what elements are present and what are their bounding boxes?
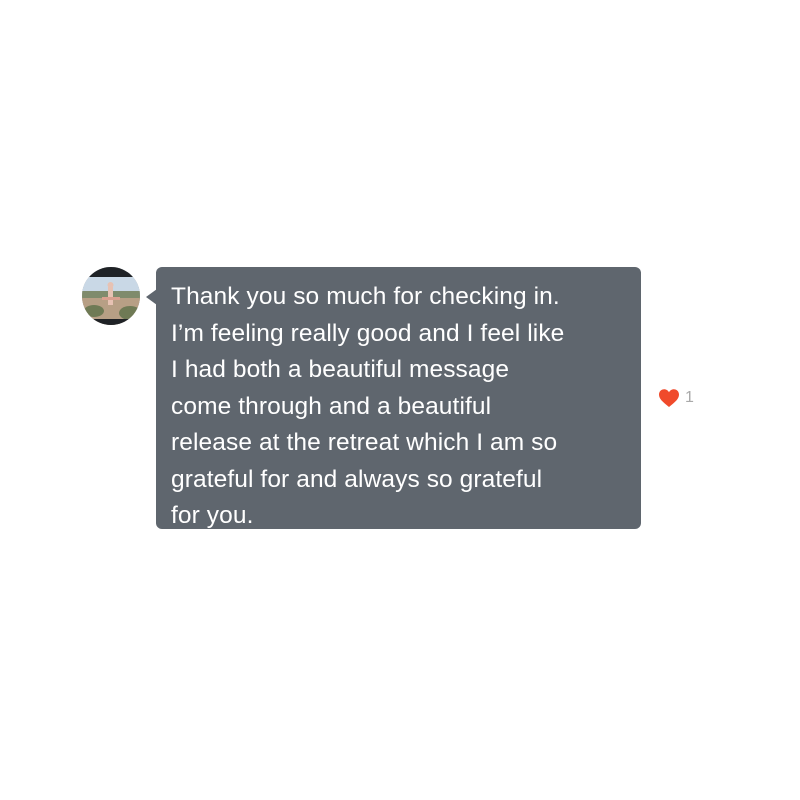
message-line: I’m feeling really good and I feel like (171, 319, 565, 347)
reaction-count: 1 (685, 389, 694, 406)
message-line: come through and a beautiful (171, 392, 492, 420)
message-line: I had both a beautiful message (171, 356, 510, 383)
message-line: Thank you so much for checking in. (171, 283, 560, 310)
message-bubble[interactable]: Thank you so much for checking in. I’m f… (156, 267, 641, 529)
heart-icon[interactable] (658, 388, 680, 408)
message-line: grateful for and always so grateful (171, 465, 543, 493)
avatar-photo-icon (82, 267, 140, 325)
message-line: for you. (171, 502, 254, 529)
reaction-badge[interactable]: 1 (658, 387, 694, 409)
message-line: release at the retreat which I am so (171, 429, 558, 456)
chat-view: Thank you so much for checking in. I’m f… (0, 0, 800, 800)
avatar[interactable] (82, 267, 140, 325)
